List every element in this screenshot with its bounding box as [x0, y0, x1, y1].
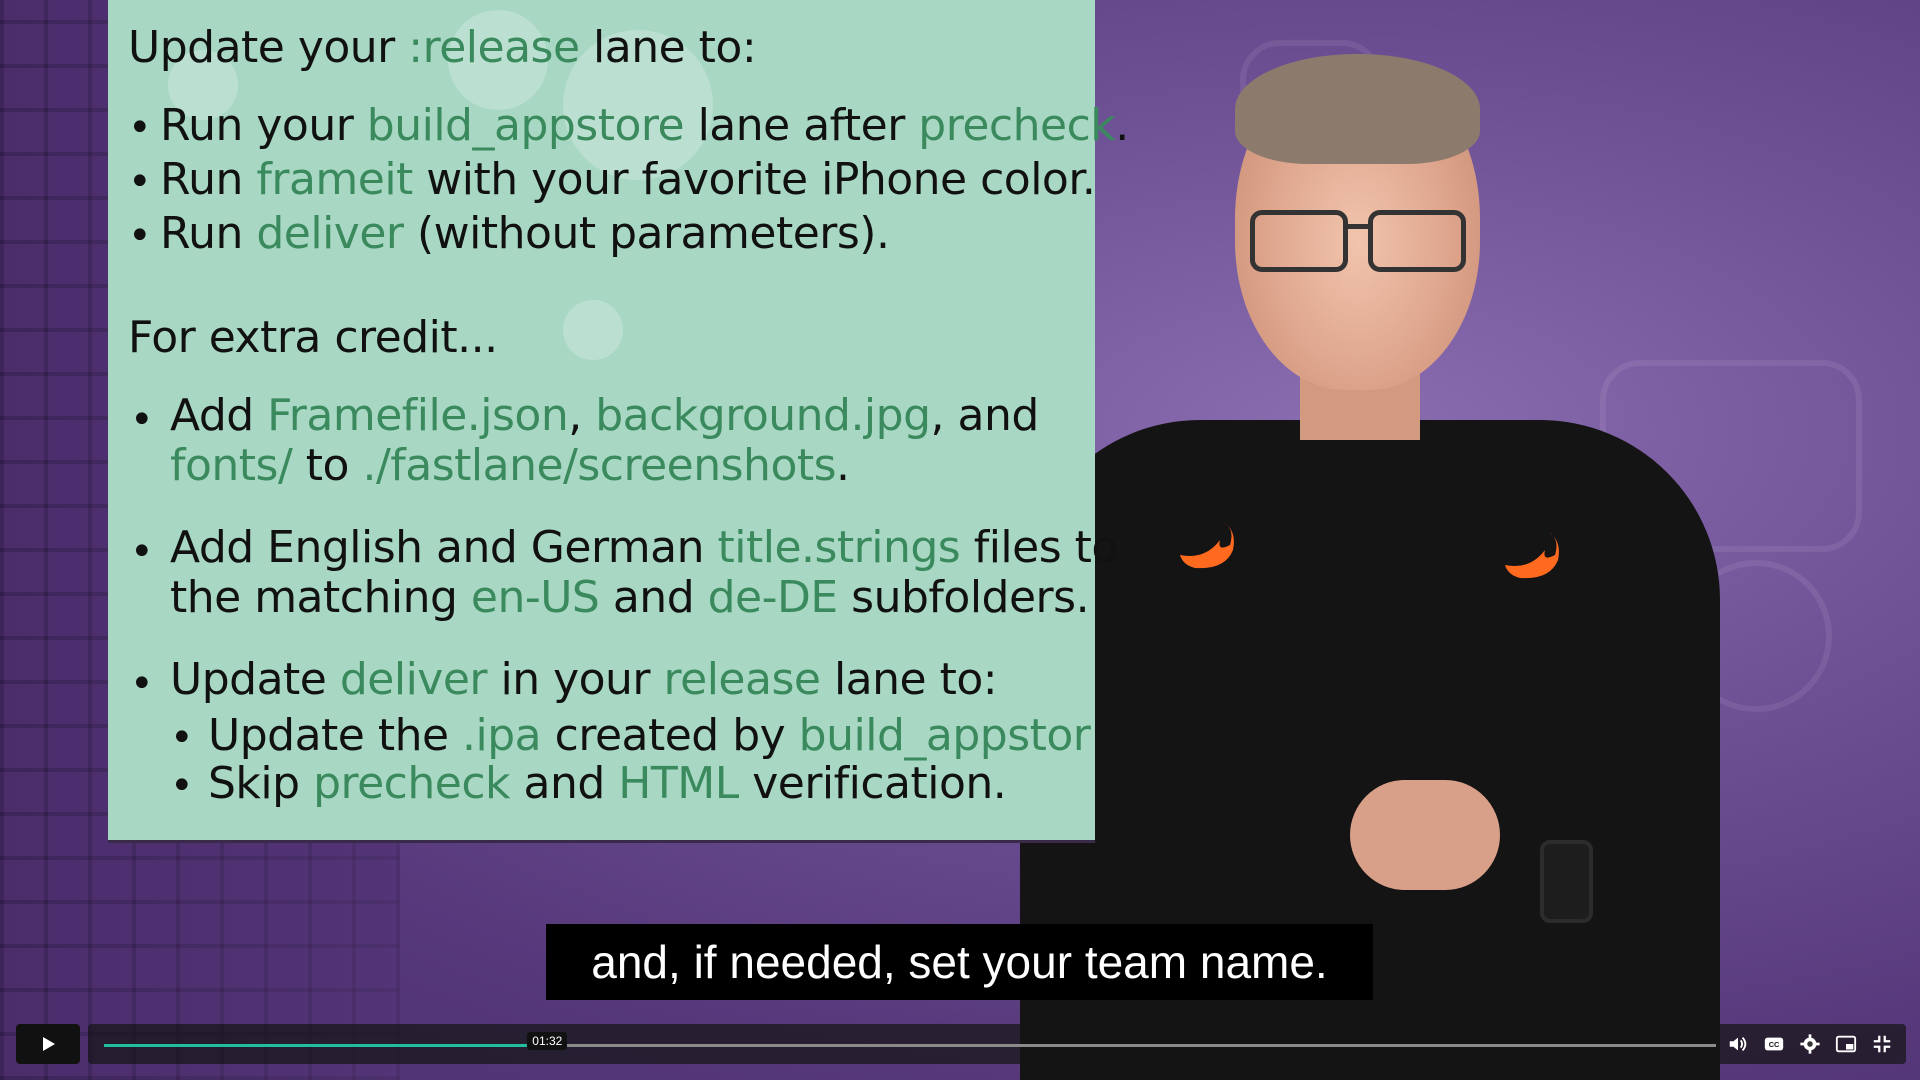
slide-text: the matching [170, 572, 471, 623]
bullet: • [130, 529, 154, 575]
slide-text: Run your [160, 100, 367, 151]
slide-text: with your favorite iPhone color. [412, 154, 1096, 205]
play-button[interactable] [16, 1024, 80, 1064]
lens-left [1250, 210, 1348, 272]
progress-bar-container: 01:32 CC [88, 1024, 1906, 1064]
video-frame[interactable]: Update your :release lane to: • Run your… [0, 0, 1920, 1080]
code-term: build_appstore [366, 100, 685, 151]
code-term: de-DE [707, 572, 839, 623]
bullet: • [128, 213, 152, 259]
watch [1540, 840, 1593, 923]
slide-text: . [836, 440, 850, 491]
code-term: en-US [470, 572, 600, 623]
slide-text: Update the [208, 710, 463, 761]
control-icons: CC [1726, 1024, 1894, 1064]
code-term: precheck [313, 758, 511, 809]
svg-text:CC: CC [1769, 1040, 1780, 1049]
code-term: Framefile.json [267, 390, 569, 441]
slide-list-item: Run deliver (without parameters). [160, 208, 890, 260]
slide-text: Run [160, 154, 257, 205]
slide-text: subfolders. [837, 572, 1090, 623]
exit-fullscreen-icon[interactable] [1870, 1032, 1894, 1056]
sub-bullet: • [170, 763, 194, 809]
swift-bird-icon [1175, 520, 1245, 575]
slide-text: Update your [128, 22, 409, 73]
slide-text: to [292, 440, 363, 491]
code-term: HTML [618, 758, 739, 809]
code-term: fonts/ [170, 440, 293, 491]
slide-text: Skip [208, 758, 314, 809]
slide-text: lane to: [820, 654, 998, 705]
code-term: build_appstor [798, 710, 1091, 761]
slide-text: Update [170, 654, 340, 705]
slide-sublist-item: Update the .ipa created by build_appstor [208, 710, 1091, 762]
slide-heading: Update your :release lane to: [128, 22, 757, 74]
slide-text: , and [930, 390, 1040, 441]
slide-panel: Update your :release lane to: • Run your… [108, 0, 1129, 840]
pip-icon[interactable] [1834, 1032, 1858, 1056]
slide-list-item: Run your build_appstore lane after prech… [160, 100, 1129, 152]
code-term: title.strings [717, 522, 961, 573]
code-term: precheck [918, 100, 1116, 151]
bullet: • [128, 105, 152, 151]
captions-icon[interactable]: CC [1762, 1032, 1786, 1056]
time-tooltip: 01:32 [527, 1032, 568, 1050]
slide-list-item-continued: fonts/ to ./fastlane/screenshots. [170, 440, 850, 492]
slide-text: verification. [738, 758, 1007, 809]
slide-text: , [568, 390, 596, 441]
progress-track[interactable]: 01:32 [104, 1032, 1716, 1050]
bullet: • [130, 661, 154, 707]
slide-text: and [599, 572, 708, 623]
volume-icon[interactable] [1726, 1032, 1750, 1056]
slide-list-item: Run frameit with your favorite iPhone co… [160, 154, 1096, 206]
slide-text: (without parameters). [403, 208, 890, 259]
glasses [1250, 210, 1466, 272]
lens-right [1368, 210, 1466, 272]
slide-subheading: For extra credit... [128, 312, 498, 363]
slide-text: and [510, 758, 619, 809]
slide-list-item-continued: the matching en-US and de-DE subfolders. [170, 572, 1090, 624]
slide-list-item: Update deliver in your release lane to: [170, 654, 998, 706]
player-controls: 01:32 CC [0, 1020, 1920, 1080]
slide-sublist-item: Skip precheck and HTML verification. [208, 758, 1007, 810]
presenter-hair [1235, 54, 1480, 164]
slide-list-item: Add English and German title.strings fil… [170, 522, 1118, 574]
code-term: release [663, 654, 821, 705]
slide-text: . [1115, 100, 1129, 151]
slide-text: lane after [684, 100, 919, 151]
code-term: .ipa [462, 710, 542, 761]
slide-text: files to [960, 522, 1119, 573]
slide-text: Run [160, 208, 257, 259]
presenter-hand [1350, 780, 1500, 890]
progress-fill [104, 1044, 548, 1047]
bullet: • [128, 159, 152, 205]
code-term: ./fastlane/screenshots [362, 440, 837, 491]
code-term: deliver [256, 208, 404, 259]
sub-bullet: • [170, 715, 194, 761]
settings-icon[interactable] [1798, 1032, 1822, 1056]
code-term: :release [408, 22, 580, 73]
code-term: background.jpg [595, 390, 931, 441]
code-term: deliver [339, 654, 488, 705]
slide-text: Add English and German [170, 522, 718, 573]
slide-text: lane to: [579, 22, 757, 73]
swift-bird-icon [1500, 530, 1570, 585]
subtitle-caption: and, if needed, set your team name. [546, 924, 1373, 1000]
slide-text: created by [541, 710, 799, 761]
code-term: frameit [256, 154, 413, 205]
slide-list-item: Add Framefile.json, background.jpg, and [170, 390, 1039, 442]
slide-text: in your [487, 654, 664, 705]
slide-text: Add [170, 390, 268, 441]
bullet: • [130, 397, 154, 443]
bubble [563, 300, 623, 360]
play-icon [43, 1037, 55, 1051]
